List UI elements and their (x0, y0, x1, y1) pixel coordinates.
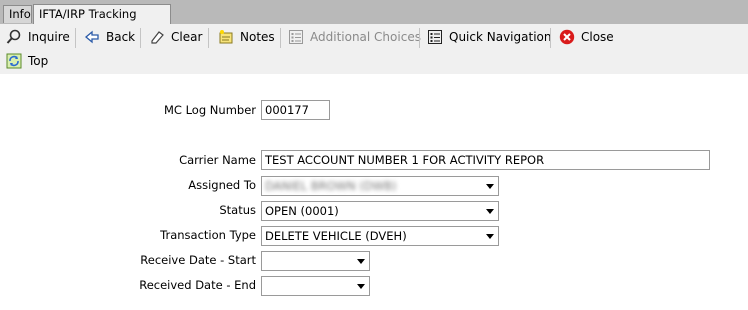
magnifier-icon (6, 29, 22, 45)
received-date-end-label: Received Date - End (139, 278, 256, 292)
list-icon (288, 29, 304, 45)
chevron-down-icon[interactable] (482, 177, 498, 195)
status-select[interactable]: OPEN (0001) (261, 201, 499, 221)
back-button[interactable]: Back (84, 25, 135, 49)
receive-date-start-picker[interactable] (261, 251, 370, 271)
inquire-button[interactable]: Inquire (6, 25, 70, 49)
received-date-end-picker[interactable] (261, 276, 370, 296)
mc-log-number-input[interactable]: 000177 (261, 100, 330, 120)
carrier-name-label: Carrier Name (179, 153, 256, 167)
clear-label: Clear (171, 30, 203, 44)
mc-log-number-label: MC Log Number (164, 103, 256, 117)
toolbar-separator (280, 28, 281, 48)
toolbar-separator (208, 28, 209, 48)
chevron-down-icon[interactable] (353, 277, 369, 295)
arrow-left-icon (84, 29, 100, 45)
notes-icon (218, 29, 234, 45)
additional-choices-button[interactable]: Additional Choices (288, 25, 421, 49)
carrier-name-input[interactable]: TEST ACCOUNT NUMBER 1 FOR ACTIVITY REPOR (261, 150, 710, 170)
top-label: Top (28, 54, 49, 68)
chevron-down-icon[interactable] (482, 227, 498, 245)
tab-info[interactable]: Info (3, 5, 32, 23)
transaction-type-select[interactable]: DELETE VEHICLE (DVEH) (261, 226, 499, 246)
notes-label: Notes (240, 30, 275, 44)
back-label: Back (106, 30, 136, 44)
chevron-down-icon[interactable] (482, 202, 498, 220)
tab-bar: Info IFTA/IRP Tracking Inquiry (0, 0, 748, 40)
status-value: OPEN (0001) (265, 204, 339, 218)
transaction-type-label: Transaction Type (160, 228, 256, 242)
assigned-to-value: DANIEL BROWN (DWB) (265, 179, 397, 193)
receive-date-start-label: Receive Date - Start (140, 253, 256, 267)
transaction-type-value: DELETE VEHICLE (DVEH) (265, 229, 407, 243)
refresh-icon (6, 53, 22, 69)
top-button[interactable]: Top (6, 49, 48, 73)
eraser-icon (149, 29, 165, 45)
quick-navigation-button[interactable]: Quick Navigation (427, 25, 551, 49)
chevron-down-icon[interactable] (353, 252, 369, 270)
toolbar-separator (140, 28, 141, 48)
additional-choices-label: Additional Choices (310, 30, 421, 44)
close-icon (559, 29, 575, 45)
toolbar-separator (419, 28, 420, 48)
quick-navigation-label: Quick Navigation (449, 30, 552, 44)
assigned-to-select[interactable]: DANIEL BROWN (DWB) (261, 176, 499, 196)
status-label: Status (219, 203, 256, 217)
tab-ifta-irp-tracking-inquiry[interactable]: IFTA/IRP Tracking Inquiry (33, 4, 171, 40)
toolbar-separator (75, 28, 76, 48)
close-label: Close (581, 30, 614, 44)
list-icon (427, 29, 443, 45)
toolbar-separator (550, 28, 551, 48)
notes-button[interactable]: Notes (218, 25, 275, 49)
clear-button[interactable]: Clear (149, 25, 202, 49)
close-button[interactable]: Close (559, 25, 614, 49)
assigned-to-label: Assigned To (188, 178, 256, 192)
inquire-label: Inquire (28, 30, 70, 44)
